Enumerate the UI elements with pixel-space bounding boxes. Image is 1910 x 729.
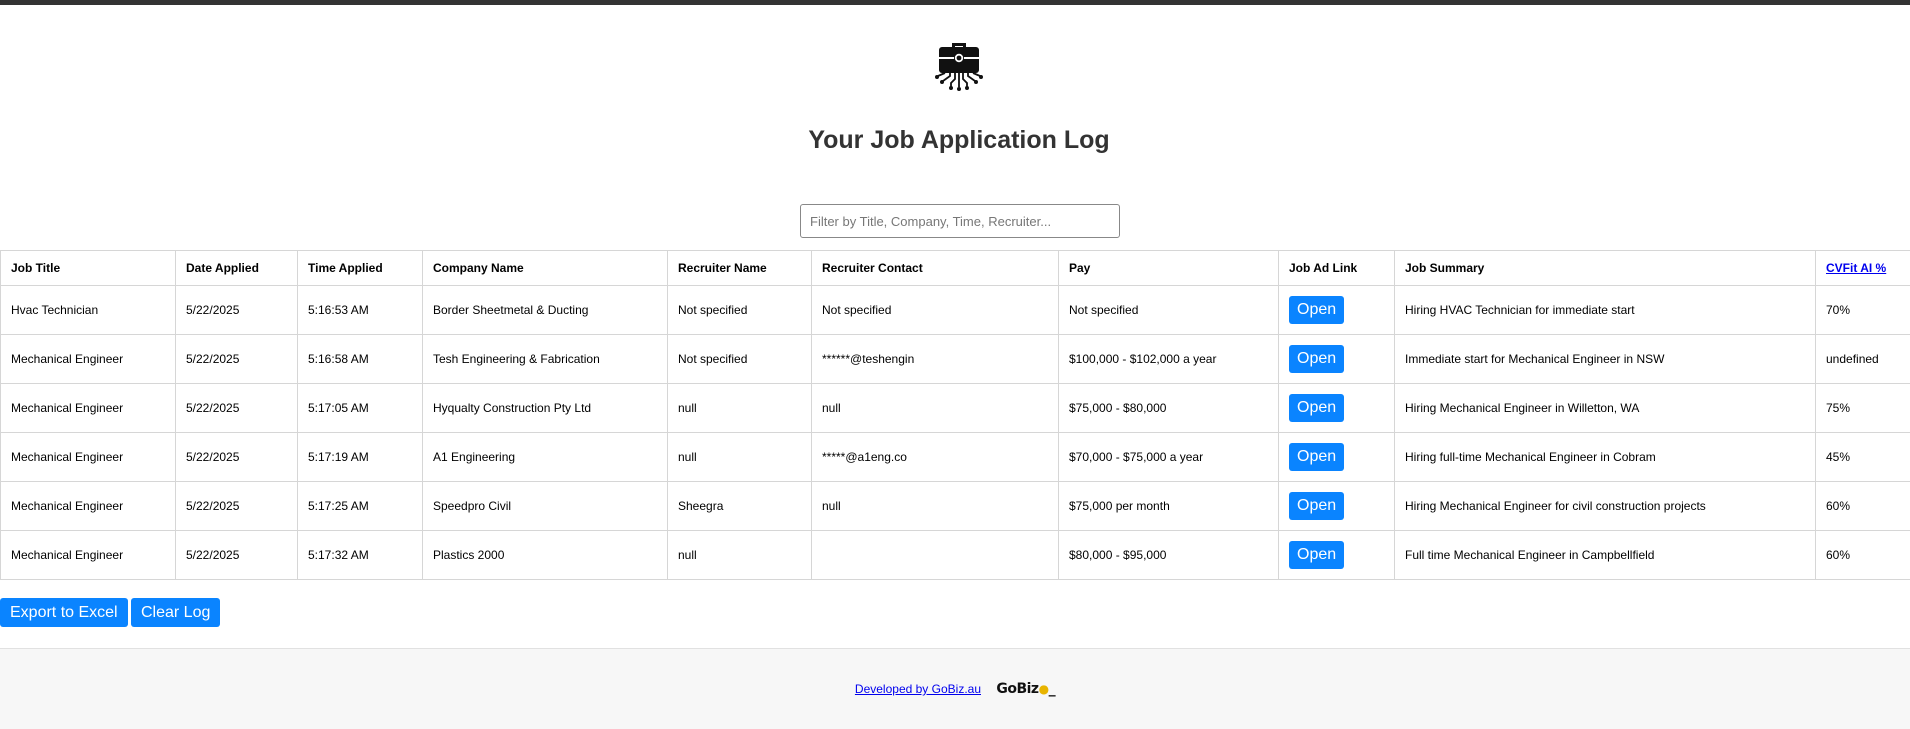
cell-cvfit: undefined: [1816, 335, 1910, 384]
cell-recruiter-contact: *****@a1eng.co: [812, 433, 1059, 482]
cell-time-applied: 5:17:19 AM: [298, 433, 423, 482]
cell-recruiter-contact: null: [812, 384, 1059, 433]
clear-log-button[interactable]: Clear Log: [131, 598, 220, 627]
table-row: Mechanical Engineer 5/22/2025 5:16:58 AM…: [1, 335, 1910, 384]
cell-job-title: Hvac Technician: [1, 286, 176, 335]
cell-job-title: Mechanical Engineer: [1, 335, 176, 384]
cell-job-summary: Hiring full-time Mechanical Engineer in …: [1395, 433, 1816, 482]
top-bar: [0, 0, 1910, 5]
page-title: Your Job Application Log: [0, 120, 1910, 160]
cell-recruiter-name: Sheegra: [668, 482, 812, 531]
table-row: Hvac Technician 5/22/2025 5:16:53 AM Bor…: [1, 286, 1910, 335]
cell-recruiter-contact: null: [812, 482, 1059, 531]
column-header-date-applied[interactable]: Date Applied: [176, 251, 298, 286]
cell-company-name: Hyqualty Construction Pty Ltd: [423, 384, 668, 433]
footer: Developed by GoBiz.au GoBiz●_: [0, 648, 1910, 729]
cell-job-title: Mechanical Engineer: [1, 433, 176, 482]
export-to-excel-button[interactable]: Export to Excel: [0, 598, 128, 627]
cell-date-applied: 5/22/2025: [176, 286, 298, 335]
cell-cvfit: 70%: [1816, 286, 1910, 335]
cell-time-applied: 5:16:53 AM: [298, 286, 423, 335]
cell-cvfit: 60%: [1816, 531, 1910, 580]
cell-company-name: Border Sheetmetal & Ducting: [423, 286, 668, 335]
cell-recruiter-contact: Not specified: [812, 286, 1059, 335]
cell-job-ad-link: Open: [1279, 286, 1395, 335]
cell-time-applied: 5:16:58 AM: [298, 335, 423, 384]
cell-time-applied: 5:17:32 AM: [298, 531, 423, 580]
cell-job-ad-link: Open: [1279, 433, 1395, 482]
cell-job-ad-link: Open: [1279, 531, 1395, 580]
table-row: Mechanical Engineer 5/22/2025 5:17:25 AM…: [1, 482, 1910, 531]
open-job-ad-button[interactable]: Open: [1289, 443, 1344, 471]
cell-pay: $70,000 - $75,000 a year: [1059, 433, 1279, 482]
gobiz-logo-suffix: _: [1049, 681, 1056, 697]
open-job-ad-button[interactable]: Open: [1289, 541, 1344, 569]
cell-date-applied: 5/22/2025: [176, 433, 298, 482]
column-header-company-name[interactable]: Company Name: [423, 251, 668, 286]
column-header-job-title[interactable]: Job Title: [1, 251, 176, 286]
cell-recruiter-contact: [812, 531, 1059, 580]
column-header-cvfit[interactable]: CVFit AI %: [1816, 251, 1910, 286]
cell-company-name: Speedpro Civil: [423, 482, 668, 531]
briefcase-circuit-icon: [934, 37, 984, 93]
application-log-table: Job Title Date Applied Time Applied Comp…: [0, 250, 1910, 580]
gobiz-logo-text: GoBiz: [996, 681, 1038, 697]
cell-job-title: Mechanical Engineer: [1, 384, 176, 433]
open-job-ad-button[interactable]: Open: [1289, 492, 1344, 520]
cvfit-link[interactable]: CVFit AI %: [1826, 261, 1886, 275]
cell-company-name: A1 Engineering: [423, 433, 668, 482]
cell-pay: $80,000 - $95,000: [1059, 531, 1279, 580]
cell-company-name: Tesh Engineering & Fabrication: [423, 335, 668, 384]
cell-recruiter-name: Not specified: [668, 286, 812, 335]
cell-recruiter-contact: ******@teshengin: [812, 335, 1059, 384]
cell-job-ad-link: Open: [1279, 384, 1395, 433]
cell-job-summary: Hiring HVAC Technician for immediate sta…: [1395, 286, 1816, 335]
filter-input[interactable]: [800, 204, 1120, 238]
cell-cvfit: 60%: [1816, 482, 1910, 531]
cell-recruiter-name: null: [668, 531, 812, 580]
cell-recruiter-name: null: [668, 433, 812, 482]
table-row: Mechanical Engineer 5/22/2025 5:17:32 AM…: [1, 531, 1910, 580]
table-row: Mechanical Engineer 5/22/2025 5:17:19 AM…: [1, 433, 1910, 482]
cell-job-title: Mechanical Engineer: [1, 482, 176, 531]
cell-job-title: Mechanical Engineer: [1, 531, 176, 580]
cell-company-name: Plastics 2000: [423, 531, 668, 580]
cell-date-applied: 5/22/2025: [176, 335, 298, 384]
column-header-job-ad-link[interactable]: Job Ad Link: [1279, 251, 1395, 286]
cell-recruiter-name: Not specified: [668, 335, 812, 384]
open-job-ad-button[interactable]: Open: [1289, 394, 1344, 422]
column-header-pay[interactable]: Pay: [1059, 251, 1279, 286]
column-header-time-applied[interactable]: Time Applied: [298, 251, 423, 286]
cell-pay: Not specified: [1059, 286, 1279, 335]
cell-date-applied: 5/22/2025: [176, 482, 298, 531]
table-row: Mechanical Engineer 5/22/2025 5:17:05 AM…: [1, 384, 1910, 433]
cell-cvfit: 75%: [1816, 384, 1910, 433]
gobiz-logo-dot: ●: [1039, 682, 1049, 696]
open-job-ad-button[interactable]: Open: [1289, 296, 1344, 324]
cell-date-applied: 5/22/2025: [176, 384, 298, 433]
cell-pay: $75,000 per month: [1059, 482, 1279, 531]
cell-recruiter-name: null: [668, 384, 812, 433]
cell-job-ad-link: Open: [1279, 482, 1395, 531]
cell-job-summary: Hiring Mechanical Engineer in Willetton,…: [1395, 384, 1816, 433]
footer-credit: Developed by GoBiz.au GoBiz●_: [0, 679, 1910, 699]
cell-job-summary: Immediate start for Mechanical Engineer …: [1395, 335, 1816, 384]
open-job-ad-button[interactable]: Open: [1289, 345, 1344, 373]
cell-job-summary: Full time Mechanical Engineer in Campbel…: [1395, 531, 1816, 580]
column-header-job-summary[interactable]: Job Summary: [1395, 251, 1816, 286]
gobiz-logo: GoBiz●_: [996, 681, 1055, 697]
column-header-recruiter-name[interactable]: Recruiter Name: [668, 251, 812, 286]
cell-job-ad-link: Open: [1279, 335, 1395, 384]
cell-cvfit: 45%: [1816, 433, 1910, 482]
cell-pay: $75,000 - $80,000: [1059, 384, 1279, 433]
cell-date-applied: 5/22/2025: [176, 531, 298, 580]
table-header-row: Job Title Date Applied Time Applied Comp…: [1, 251, 1910, 286]
cell-pay: $100,000 - $102,000 a year: [1059, 335, 1279, 384]
developer-credit-link[interactable]: Developed by GoBiz.au: [855, 682, 981, 696]
cell-time-applied: 5:17:05 AM: [298, 384, 423, 433]
column-header-recruiter-contact[interactable]: Recruiter Contact: [812, 251, 1059, 286]
cell-job-summary: Hiring Mechanical Engineer for civil con…: [1395, 482, 1816, 531]
cell-time-applied: 5:17:25 AM: [298, 482, 423, 531]
